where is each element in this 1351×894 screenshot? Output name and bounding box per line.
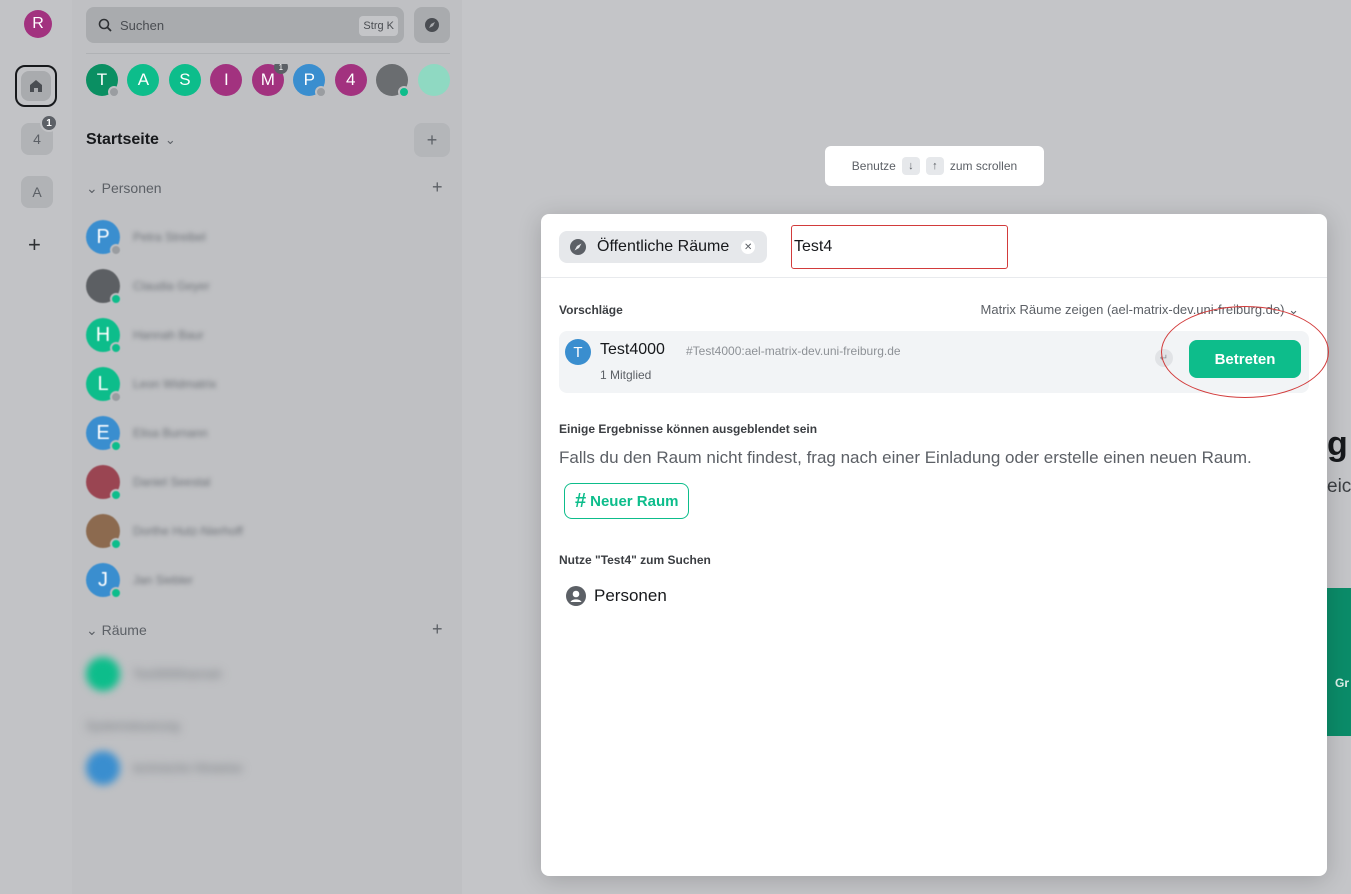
divider — [86, 53, 450, 54]
room-name: Test4000 — [600, 341, 665, 358]
search-button[interactable]: Suchen Strg K — [86, 7, 404, 43]
space-a[interactable]: A — [21, 176, 53, 208]
list-item[interactable]: Systemsteuerung — [86, 708, 446, 744]
search-icon — [98, 18, 112, 32]
room-alias: #Test4000:ael-matrix-dev.uni-freiburg.de — [686, 344, 901, 358]
background-card: Gr — [1327, 588, 1351, 736]
room-result[interactable]: T Test4000 #Test4000:ael-matrix-dev.uni-… — [559, 331, 1309, 393]
compass-icon — [425, 18, 439, 32]
list-item[interactable]: P Petra Streibel — [86, 219, 446, 256]
suggestions-label: Vorschläge — [559, 303, 623, 317]
recent-room-avatar[interactable]: S — [168, 64, 201, 96]
chevron-down-icon: ⌄ — [1288, 302, 1299, 317]
chevron-down-icon: ⌄ — [164, 132, 176, 147]
list-item[interactable]: L Leon Widmatrix — [86, 366, 446, 403]
section-rooms[interactable]: ⌄ Räume — [86, 622, 147, 639]
join-button[interactable]: Betreten — [1189, 340, 1301, 378]
add-person-button[interactable]: + — [432, 177, 443, 198]
filter-pill: Öffentliche Räume ✕ — [559, 231, 768, 263]
use-query-label: Nutze "Test4" zum Suchen — [559, 553, 711, 567]
search-shortcut: Strg K — [359, 16, 398, 36]
home-space-button[interactable] — [15, 65, 57, 107]
space-panel: R 4 1 A + — [0, 0, 72, 894]
recent-room-avatar[interactable] — [417, 64, 450, 96]
recent-room-avatar[interactable]: A — [127, 64, 160, 96]
recent-rooms-bar: T A S I M1 P 4 — [86, 64, 462, 100]
create-space-button[interactable]: + — [28, 232, 41, 258]
enter-key-icon: ↵ — [1155, 349, 1173, 367]
person-icon — [566, 586, 586, 606]
new-room-button[interactable]: # Neuer Raum — [564, 483, 690, 519]
compass-icon — [570, 239, 586, 255]
dialog-header: Öffentliche Räume ✕ — [541, 214, 1327, 278]
add-room-button[interactable]: + — [414, 123, 450, 157]
room-list-panel: Suchen Strg K T A S I M1 P 4 Startseite ⌄… — [72, 0, 462, 894]
people-search-option[interactable]: Personen — [566, 586, 667, 606]
list-item[interactable]: Claudia Geyer — [86, 268, 446, 305]
notification-badge: 1 — [40, 114, 58, 132]
hidden-results-text: Falls du den Raum nicht findest, frag na… — [559, 448, 1252, 467]
search-input[interactable] — [791, 225, 1008, 269]
recent-room-avatar[interactable]: 4 — [334, 64, 367, 96]
list-item[interactable]: J Jan Siebler — [86, 562, 446, 599]
list-item[interactable]: H Hannah Baur — [86, 317, 446, 354]
server-select[interactable]: Matrix Räume zeigen (ael-matrix-dev.uni-… — [981, 302, 1299, 318]
list-item[interactable]: Daniel Seestal — [86, 464, 446, 501]
background-heading: g — [1327, 425, 1348, 463]
member-count: 1 Mitglied — [600, 368, 652, 382]
home-icon — [30, 80, 42, 92]
arrow-down-icon: ↓ — [901, 157, 920, 175]
explore-rooms-button[interactable] — [414, 7, 450, 43]
recent-room-avatar[interactable]: M1 — [251, 64, 288, 96]
hidden-results-label: Einige Ergebnisse können ausgeblendet se… — [559, 422, 818, 436]
recent-room-avatar[interactable]: T — [86, 64, 120, 98]
hash-icon: # — [575, 489, 587, 512]
spotlight-dialog: Öffentliche Räume ✕ Vorschläge Matrix Rä… — [541, 214, 1329, 876]
arrow-up-icon: ↑ — [925, 157, 944, 175]
recent-room-avatar-image[interactable] — [376, 64, 411, 98]
add-room-section-button[interactable]: + — [432, 619, 443, 640]
recent-room-avatar[interactable]: I — [210, 64, 243, 96]
recent-room-avatar[interactable]: P — [293, 64, 328, 98]
list-item[interactable]: E Elisa Burnann — [86, 415, 446, 452]
remove-filter-button[interactable]: ✕ — [741, 240, 756, 254]
room-avatar: T — [565, 339, 591, 365]
unread-badge: 1 — [273, 64, 288, 74]
section-people[interactable]: ⌄ Personen — [86, 180, 162, 197]
home-title[interactable]: Startseite ⌄ — [86, 131, 176, 149]
list-item[interactable]: Dorthe Hutz-Nierhoff — [86, 513, 446, 550]
user-avatar[interactable]: R — [24, 10, 52, 38]
list-item[interactable]: Test3000hannah — [86, 656, 446, 692]
scroll-hint: Benutze ↓ ↑ zum scrollen — [825, 146, 1044, 186]
background-subtext: eic — [1327, 476, 1351, 497]
search-placeholder: Suchen — [120, 17, 165, 33]
list-item[interactable]: technische Hinweise — [86, 750, 446, 786]
